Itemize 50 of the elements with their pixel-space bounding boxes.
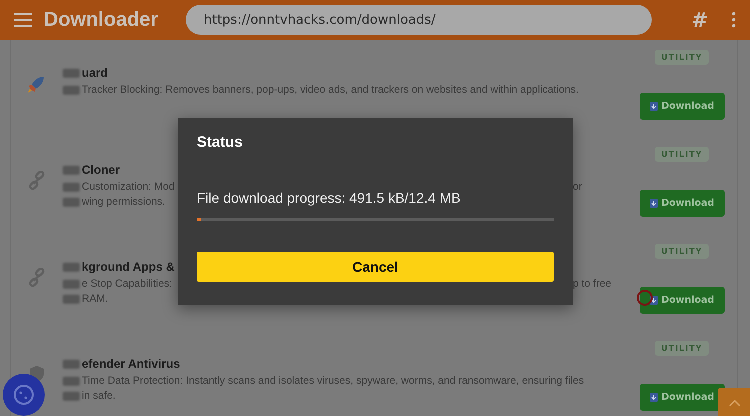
app-name: kground Apps & (82, 260, 175, 274)
more-icon[interactable] (732, 12, 736, 28)
redaction-mark (63, 295, 80, 304)
cookie-button[interactable] (3, 374, 45, 416)
app-name: uard (82, 66, 108, 80)
redaction-mark (63, 360, 80, 368)
category-tag: UTILITY (655, 244, 709, 259)
app-description: e Stop Capabilities: (82, 277, 172, 292)
download-icon (650, 199, 658, 208)
cookie-icon (12, 383, 36, 407)
link-icon (27, 171, 47, 191)
download-button[interactable]: Download (640, 190, 724, 217)
app-description: wing permissions. (82, 195, 166, 210)
hash-button[interactable]: # (680, 8, 720, 32)
download-icon (650, 102, 658, 111)
rocket-icon (27, 74, 47, 94)
redaction-mark (63, 183, 80, 192)
cancel-button[interactable]: Cancel (197, 252, 554, 282)
redaction-mark (63, 280, 80, 289)
redaction-mark (63, 377, 80, 386)
app-description: or (573, 180, 584, 195)
app-name: efender Antivirus (82, 357, 180, 371)
app-description: Tracker Blocking: Removes banners, pop-ups, video ads, and trackers on websites and within applications. (82, 83, 579, 98)
app-description: Time Data Protection: Instantly scans and isolates viruses, spyware, worms, and ransomware, ensuring files (82, 374, 584, 389)
app-title: Downloader (44, 8, 160, 32)
category-tag: UTILITY (655, 147, 709, 162)
app-description: in safe. (82, 389, 116, 404)
download-icon (650, 393, 658, 402)
progress-label: File download progress: 491.5 kB/12.4 MB (197, 190, 462, 206)
redaction-mark (63, 392, 80, 401)
app-description: p to free (573, 277, 613, 292)
redaction-mark (63, 68, 80, 78)
app-description: RAM. (82, 292, 108, 307)
menu-icon[interactable] (14, 13, 32, 27)
download-button[interactable]: Download (640, 93, 724, 120)
url-field[interactable]: https://onntvhacks.com/downloads/ (186, 5, 652, 35)
redaction-mark (63, 262, 80, 272)
cursor-ring-icon (637, 290, 653, 306)
chevron-up-icon (729, 399, 741, 407)
app-name: Cloner (82, 163, 120, 177)
app-description: Customization: Mod (82, 180, 175, 195)
category-tag: UTILITY (655, 50, 709, 65)
category-tag: UTILITY (655, 341, 709, 356)
link-icon (27, 268, 47, 288)
download-button[interactable]: Download (640, 384, 724, 411)
redaction-mark (63, 198, 80, 207)
download-button[interactable]: Download (640, 287, 724, 314)
dialog-title: Status (197, 134, 244, 151)
redaction-mark (63, 86, 80, 95)
redaction-mark (63, 166, 80, 174)
